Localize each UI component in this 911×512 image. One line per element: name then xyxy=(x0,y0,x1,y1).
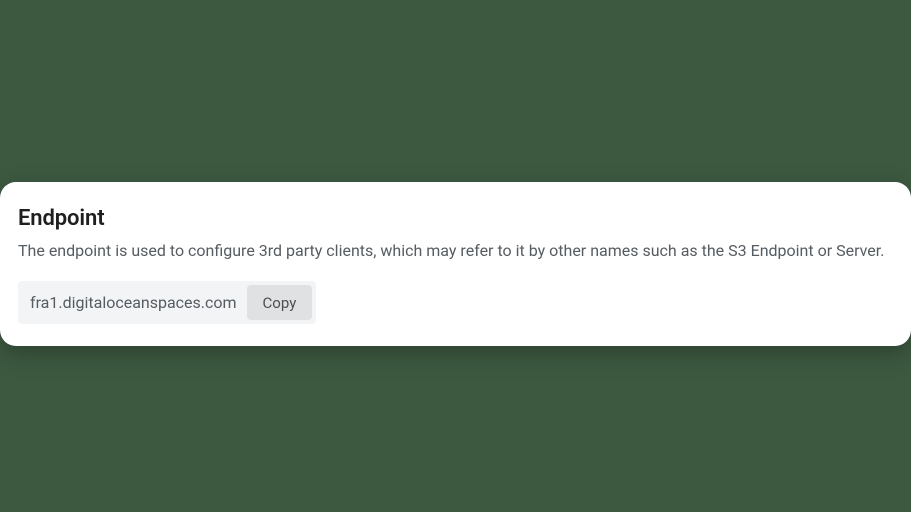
endpoint-title: Endpoint xyxy=(18,206,893,231)
endpoint-card: Endpoint The endpoint is used to configu… xyxy=(0,182,911,346)
endpoint-description: The endpoint is used to configure 3rd pa… xyxy=(18,239,893,263)
endpoint-value-row: fra1.digitaloceanspaces.com Copy xyxy=(18,281,316,324)
copy-button[interactable]: Copy xyxy=(247,285,313,320)
endpoint-value: fra1.digitaloceanspaces.com xyxy=(22,285,247,320)
